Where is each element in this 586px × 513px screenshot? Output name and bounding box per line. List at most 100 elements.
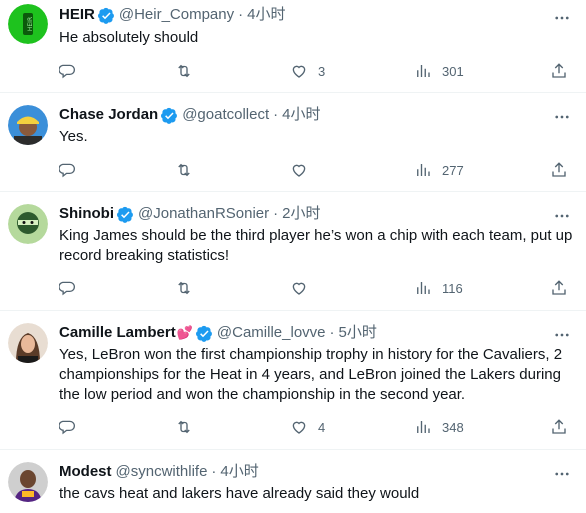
share-button[interactable]: [550, 160, 568, 180]
reply-icon: [59, 64, 76, 79]
man-in-cap-icon: [8, 105, 48, 145]
avatar[interactable]: [8, 105, 48, 145]
reply-button[interactable]: [59, 417, 77, 437]
user-handle[interactable]: @goatcollect: [182, 105, 269, 125]
tweet-text: Yes, LeBron won the first championship t…: [59, 346, 563, 403]
avatar[interactable]: [8, 323, 48, 363]
display-name[interactable]: Chase Jordan: [59, 105, 158, 125]
share-button[interactable]: [550, 278, 568, 298]
two-hearts-emoji: 💕: [176, 325, 193, 340]
tweet[interactable]: HEIR HEIR @Heir_Company · 4小时 He absolut…: [0, 0, 586, 93]
timestamp[interactable]: 5小时: [339, 323, 377, 343]
more-options-icon[interactable]: [553, 465, 571, 483]
views-button[interactable]: 348: [414, 417, 464, 437]
tweet-header: Modest @syncwithlife · 4小时: [59, 462, 259, 482]
timestamp[interactable]: 4小时: [247, 5, 285, 25]
tweet[interactable]: Shinobi @JonathanRSonier · 2小时 King Jame…: [0, 192, 586, 311]
view-count: 116: [442, 280, 463, 296]
views-button[interactable]: 116: [414, 278, 463, 298]
more-options-icon[interactable]: [553, 326, 571, 344]
retweet-icon: [178, 64, 190, 78]
reply-button[interactable]: [59, 160, 77, 180]
views-button[interactable]: 277: [414, 160, 464, 180]
reply-feed: HEIR HEIR @Heir_Company · 4小时 He absolut…: [0, 0, 586, 513]
like-count: 3: [318, 63, 326, 79]
like-button[interactable]: 3: [290, 61, 325, 81]
verified-badge-icon: [97, 7, 115, 24]
avatar[interactable]: [8, 204, 48, 244]
views-chart-icon: [417, 65, 430, 77]
reply-icon: [59, 163, 76, 178]
views-button[interactable]: 301: [414, 61, 464, 81]
more-options-icon[interactable]: [553, 9, 571, 27]
share-icon: [552, 280, 566, 295]
more-options-icon[interactable]: [553, 108, 571, 126]
separator-dot: ·: [273, 205, 279, 222]
tweet[interactable]: Modest @syncwithlife · 4小时 the cavs heat…: [0, 450, 586, 513]
tweet-header: Camille Lambert 💕 @Camille_lovve · 5小时: [59, 323, 377, 343]
share-button[interactable]: [550, 61, 568, 81]
share-button[interactable]: [550, 417, 568, 437]
heir-logo-icon: HEIR: [8, 4, 48, 44]
action-bar: 277: [59, 160, 574, 180]
avatar[interactable]: [8, 462, 48, 502]
heart-icon: [292, 421, 306, 434]
display-name[interactable]: Camille Lambert: [59, 323, 176, 343]
display-name[interactable]: HEIR: [59, 5, 95, 25]
like-button[interactable]: 4: [290, 417, 325, 437]
reply-button[interactable]: [59, 61, 77, 81]
retweet-icon: [178, 281, 190, 295]
like-count: 4: [318, 419, 326, 435]
retweet-button[interactable]: [175, 160, 193, 180]
heart-icon: [292, 65, 306, 78]
views-chart-icon: [417, 421, 430, 433]
tweet-text: the cavs heat and lakers have already sa…: [59, 485, 420, 502]
tweet[interactable]: Chase Jordan @goatcollect · 4小时 Yes. 277: [0, 93, 586, 192]
separator-dot: ·: [329, 324, 335, 341]
view-count: 348: [442, 419, 464, 435]
views-chart-icon: [417, 282, 430, 294]
verified-badge-icon: [117, 206, 134, 223]
views-chart-icon: [417, 164, 430, 176]
heart-icon: [292, 164, 306, 177]
cartoon-ninja-icon: [8, 204, 48, 244]
timestamp[interactable]: 4小时: [220, 462, 258, 482]
view-count: 301: [442, 63, 464, 79]
retweet-icon: [178, 163, 190, 177]
reply-icon: [59, 420, 76, 435]
heart-icon: [292, 282, 306, 295]
tweet[interactable]: Camille Lambert 💕 @Camille_lovve · 5小时 Y…: [0, 311, 586, 450]
user-handle[interactable]: @syncwithlife: [116, 462, 208, 482]
action-bar: 4 348: [59, 417, 574, 437]
user-handle[interactable]: @JonathanRSonier: [138, 204, 269, 224]
display-name[interactable]: Modest: [59, 462, 112, 482]
retweet-button[interactable]: [175, 61, 193, 81]
tweet-header: Chase Jordan @goatcollect · 4小时: [59, 105, 321, 125]
tweet-text: King James should be the third player he…: [59, 227, 573, 264]
display-name[interactable]: Shinobi: [59, 204, 114, 224]
separator-dot: ·: [238, 6, 244, 23]
tweet-header: HEIR @Heir_Company · 4小时: [59, 5, 285, 25]
share-icon: [552, 419, 566, 434]
retweet-button[interactable]: [175, 278, 193, 298]
avatar[interactable]: HEIR: [8, 4, 48, 44]
user-handle[interactable]: @Camille_lovve: [217, 323, 326, 343]
user-handle[interactable]: @Heir_Company: [119, 5, 234, 25]
tweet-text: Yes.: [59, 128, 88, 145]
woman-portrait-icon: [8, 323, 48, 363]
reply-button[interactable]: [59, 278, 77, 298]
action-bar: 116: [59, 278, 574, 298]
action-bar: 3 301: [59, 61, 574, 81]
like-button[interactable]: [290, 278, 308, 298]
tweet-text: He absolutely should: [59, 29, 199, 46]
tweet-header: Shinobi @JonathanRSonier · 2小时: [59, 204, 320, 224]
timestamp[interactable]: 2小时: [282, 204, 320, 224]
verified-badge-icon: [161, 107, 178, 124]
timestamp[interactable]: 4小时: [282, 105, 320, 125]
share-icon: [552, 162, 566, 177]
like-button[interactable]: [290, 160, 308, 180]
verified-badge-icon: [195, 325, 213, 342]
more-options-icon[interactable]: [553, 207, 571, 225]
retweet-button[interactable]: [175, 417, 193, 437]
svg-text:HEIR: HEIR: [27, 17, 34, 31]
